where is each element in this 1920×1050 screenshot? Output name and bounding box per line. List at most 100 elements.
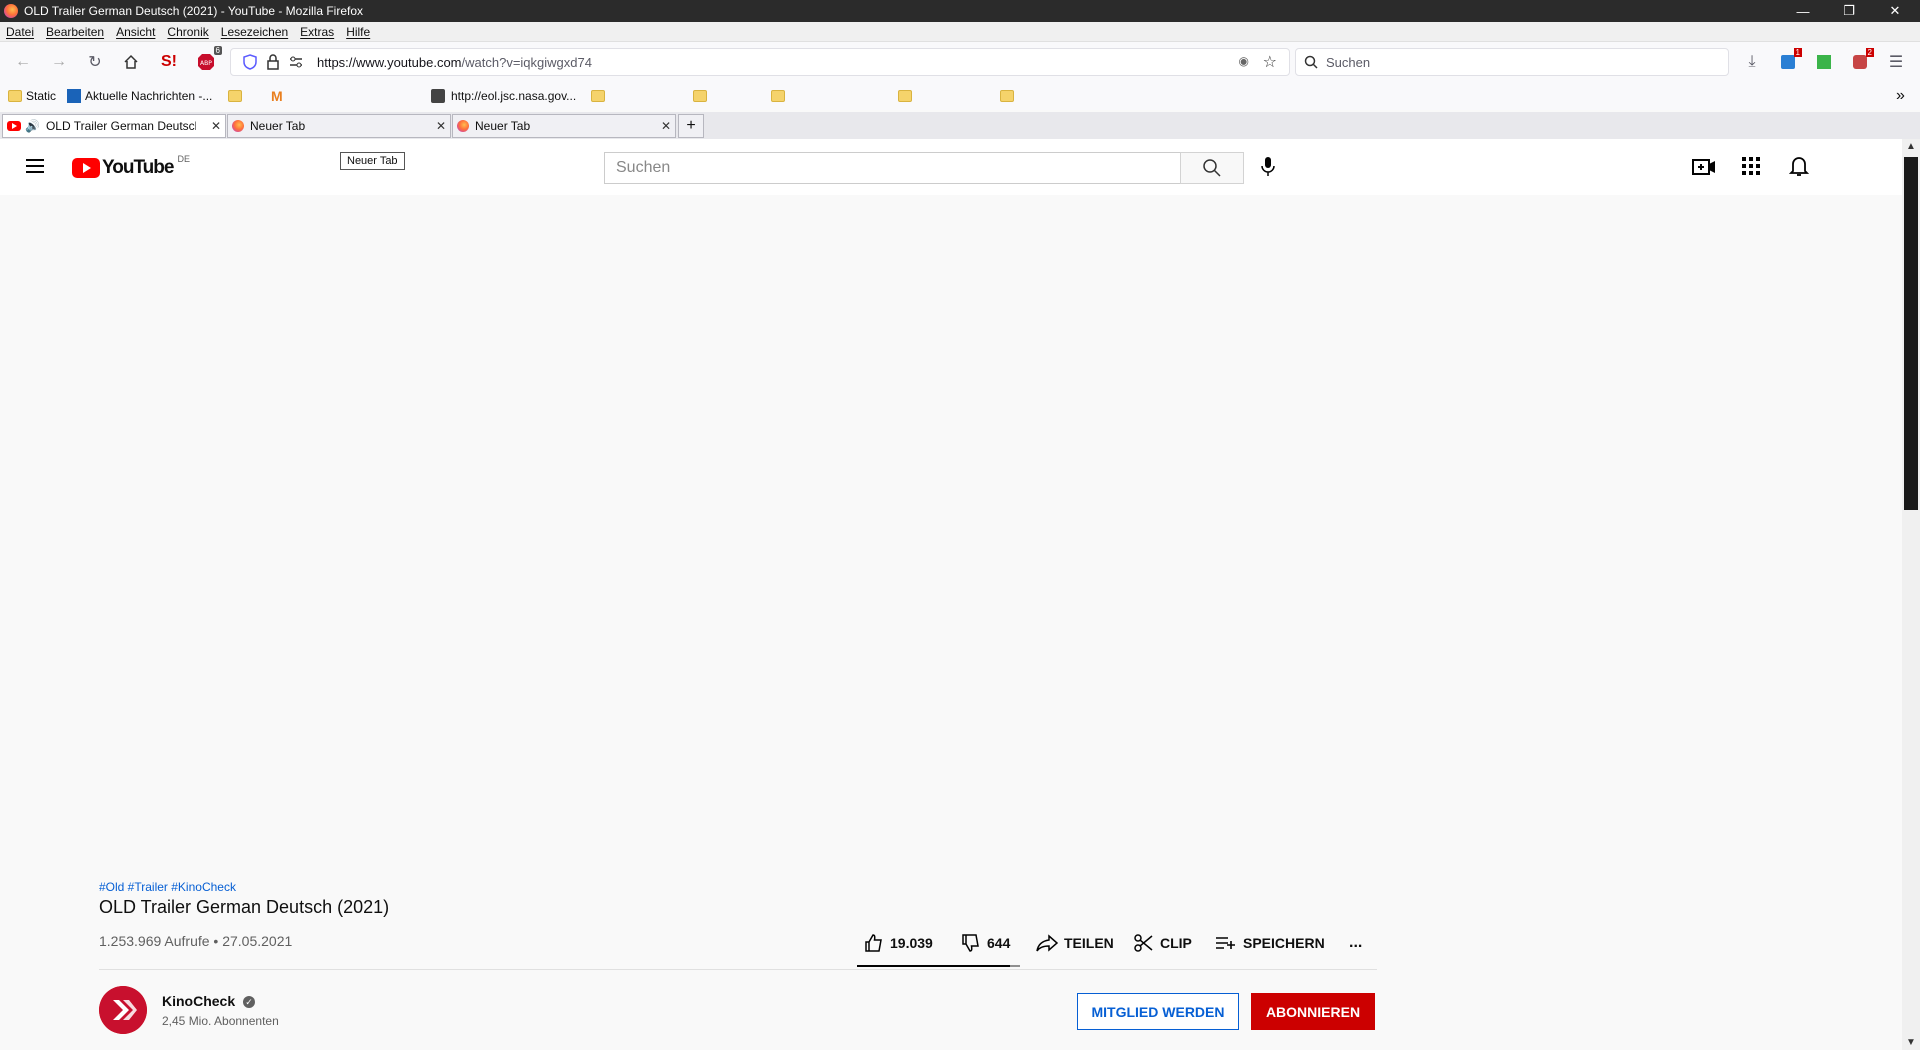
tab-youtube[interactable]: 🔊 OLD Trailer German Deutsch (2021) ✕ bbox=[2, 114, 226, 138]
bookmark-aktuelle-nachrichten[interactable]: Aktuelle Nachrichten -... bbox=[67, 88, 212, 104]
bookmark-m[interactable]: M bbox=[271, 88, 283, 104]
lock-icon[interactable] bbox=[267, 54, 279, 73]
clip-button[interactable]: CLIP bbox=[1134, 928, 1192, 958]
svg-text:ABP: ABP bbox=[200, 60, 212, 67]
forward-icon[interactable]: → bbox=[45, 48, 73, 76]
search-icon bbox=[1304, 55, 1318, 69]
channel-avatar[interactable] bbox=[99, 986, 147, 1034]
like-button[interactable]: 19.039 bbox=[864, 928, 933, 958]
adblock-icon[interactable]: ABP 6 bbox=[192, 46, 222, 76]
close-icon[interactable]: ✕ bbox=[1872, 0, 1918, 22]
microphone-icon[interactable] bbox=[1260, 156, 1276, 181]
speaker-icon[interactable]: 🔊 bbox=[25, 119, 40, 133]
verified-check-icon: ✓ bbox=[243, 996, 256, 1009]
divider bbox=[99, 969, 1377, 970]
video-hashtags[interactable]: #Old #Trailer #KinoCheck bbox=[99, 880, 236, 894]
menu-hilfe[interactable]: Hilfe bbox=[346, 25, 370, 39]
bookmark-static[interactable]: Static bbox=[8, 88, 56, 104]
youtube-logo-text: YouTube bbox=[102, 157, 174, 178]
bookmark-folder[interactable] bbox=[898, 88, 912, 104]
menu-ansicht[interactable]: Ansicht bbox=[116, 25, 155, 39]
new-tab-button[interactable]: + bbox=[678, 114, 704, 138]
menu-bar: Datei Bearbeiten Ansicht Chronik Lesezei… bbox=[0, 22, 1920, 42]
notifications-bell-icon[interactable] bbox=[1788, 155, 1810, 180]
bookmark-nasa[interactable]: http://eol.jsc.nasa.gov... bbox=[431, 88, 576, 104]
subscribe-button[interactable]: ABONNIEREN bbox=[1251, 993, 1375, 1030]
extension-green-icon[interactable] bbox=[1810, 48, 1838, 76]
search-icon bbox=[1203, 159, 1221, 177]
chevron-right-icon[interactable]: » bbox=[1896, 87, 1905, 104]
bookmark-folder[interactable] bbox=[693, 88, 707, 104]
share-button[interactable]: TEILEN bbox=[1036, 928, 1114, 958]
tab-strip: 🔊 OLD Trailer German Deutsch (2021) ✕ Ne… bbox=[0, 112, 1920, 139]
youtube-logo[interactable]: YouTube DE bbox=[72, 154, 190, 179]
hamburger-menu-icon[interactable]: ☰ bbox=[1882, 48, 1910, 76]
menu-datei[interactable]: Datei bbox=[6, 25, 34, 39]
page-scrollbar[interactable]: ▲ ▼ bbox=[1902, 139, 1920, 1050]
new-tab-tooltip: Neuer Tab bbox=[340, 152, 405, 170]
menu-lesezeichen[interactable]: Lesezeichen bbox=[221, 25, 288, 39]
menu-extras[interactable]: Extras bbox=[300, 25, 334, 39]
tab-neuer-tab-1[interactable]: Neuer Tab ✕ bbox=[227, 114, 451, 138]
folder-icon bbox=[898, 90, 912, 102]
url-text[interactable]: https://www.youtube.com/watch?v=iqkgiwgx… bbox=[317, 55, 592, 70]
join-membership-button[interactable]: MITGLIED WERDEN bbox=[1077, 993, 1239, 1030]
guide-menu-icon[interactable] bbox=[24, 157, 46, 178]
download-icon[interactable]: ⤓ bbox=[1738, 48, 1766, 76]
home-icon[interactable] bbox=[117, 48, 145, 76]
youtube-search-button[interactable] bbox=[1180, 152, 1244, 184]
youtube-favicon-icon bbox=[7, 121, 21, 131]
bookmark-folder[interactable] bbox=[1000, 88, 1014, 104]
menu-chronik[interactable]: Chronik bbox=[167, 25, 208, 39]
scroll-down-icon[interactable]: ▼ bbox=[1906, 1037, 1916, 1048]
browser-search-input[interactable]: Suchen bbox=[1295, 48, 1729, 76]
scrollbar-thumb[interactable] bbox=[1904, 157, 1918, 510]
reload-icon[interactable]: ↻ bbox=[81, 48, 109, 76]
region-code: DE bbox=[177, 154, 190, 164]
extension-red-badge: 2 bbox=[1865, 48, 1874, 57]
browser-search-placeholder: Suchen bbox=[1326, 54, 1371, 70]
youtube-search-input[interactable]: Suchen bbox=[604, 152, 1184, 184]
adblock-badge: 6 bbox=[213, 46, 222, 55]
url-domain: https://www.youtube.com bbox=[317, 54, 462, 70]
like-count: 19.039 bbox=[890, 935, 933, 951]
video-player-area[interactable] bbox=[0, 195, 1902, 1050]
bookmark-folder[interactable] bbox=[228, 88, 242, 104]
shield-icon[interactable] bbox=[243, 54, 257, 73]
fingerprint-icon[interactable]: ◉ bbox=[1239, 54, 1249, 68]
tab-neuer-tab-2[interactable]: Neuer Tab ✕ bbox=[452, 114, 676, 138]
bookmark-folder[interactable] bbox=[591, 88, 605, 104]
extension-blue-icon[interactable]: 1 bbox=[1774, 48, 1802, 76]
firefox-favicon-icon bbox=[457, 120, 469, 132]
create-video-icon[interactable] bbox=[1692, 156, 1716, 181]
scroll-up-icon[interactable]: ▲ bbox=[1906, 141, 1916, 152]
save-button[interactable]: SPEICHERN bbox=[1215, 928, 1325, 958]
close-tab-icon[interactable]: ✕ bbox=[436, 119, 446, 133]
folder-icon bbox=[591, 90, 605, 102]
folder-icon bbox=[693, 90, 707, 102]
dislike-button[interactable]: 644 bbox=[961, 928, 1010, 958]
address-bar[interactable]: https://www.youtube.com/watch?v=iqkgiwgx… bbox=[230, 48, 1290, 76]
permissions-icon[interactable] bbox=[289, 55, 303, 72]
folder-icon bbox=[228, 90, 242, 102]
minimize-icon[interactable]: — bbox=[1780, 0, 1826, 22]
apps-grid-icon[interactable] bbox=[1742, 157, 1760, 178]
youtube-play-icon bbox=[72, 158, 100, 178]
share-label: TEILEN bbox=[1064, 935, 1114, 951]
navigation-toolbar: ← → ↻ S! ABP 6 https://www.youtube.com/w… bbox=[0, 42, 1920, 82]
restore-icon[interactable]: ❐ bbox=[1826, 0, 1872, 22]
bookmark-folder[interactable] bbox=[771, 88, 785, 104]
bookmarks-toolbar: Static Aktuelle Nachrichten -... M http:… bbox=[0, 82, 1920, 110]
window-titlebar: OLD Trailer German Deutsch (2021) - YouT… bbox=[0, 0, 1920, 22]
menu-bearbeiten[interactable]: Bearbeiten bbox=[46, 25, 104, 39]
close-tab-icon[interactable]: ✕ bbox=[661, 119, 671, 133]
bookmark-star-icon[interactable]: ☆ bbox=[1263, 52, 1277, 72]
extension-red-icon[interactable]: 2 bbox=[1846, 48, 1874, 76]
close-tab-icon[interactable]: ✕ bbox=[211, 119, 221, 133]
channel-name[interactable]: KinoCheck ✓ bbox=[162, 993, 256, 1009]
kinocheck-logo-icon bbox=[99, 986, 147, 1034]
extension-s-icon[interactable]: S! bbox=[155, 48, 183, 76]
back-icon[interactable]: ← bbox=[9, 48, 37, 76]
more-actions-button[interactable]: ... bbox=[1349, 928, 1362, 958]
folder-icon bbox=[8, 90, 22, 102]
